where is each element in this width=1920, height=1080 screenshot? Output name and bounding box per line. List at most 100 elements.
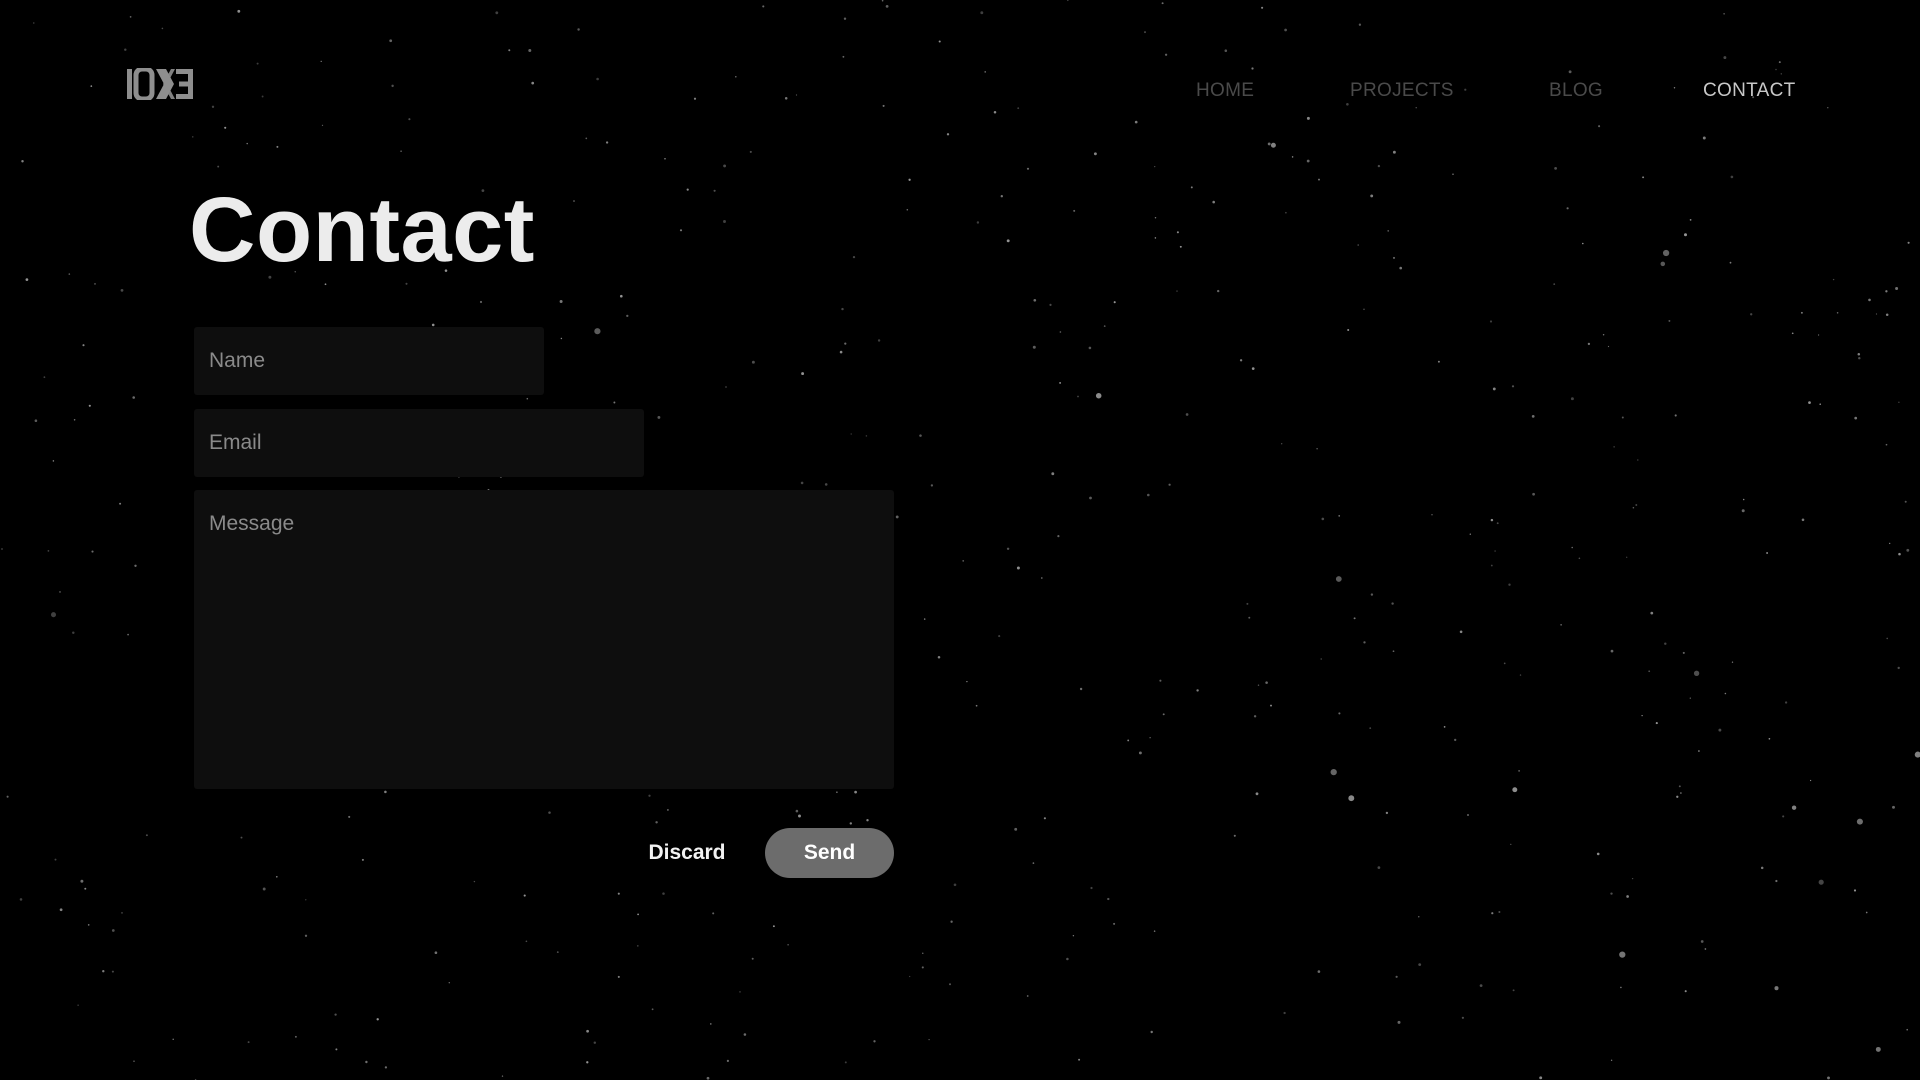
star	[1626, 895, 1629, 898]
discard-button[interactable]: Discard	[632, 828, 742, 878]
star	[525, 940, 528, 943]
star	[1246, 602, 1249, 605]
star	[161, 27, 164, 30]
star	[1700, 940, 1704, 943]
star	[6, 795, 9, 798]
nav-link-contact[interactable]: CONTACT	[1703, 80, 1796, 102]
star	[1317, 970, 1321, 973]
star	[950, 920, 953, 923]
star	[1741, 509, 1745, 513]
star	[908, 178, 911, 181]
star	[88, 404, 91, 407]
star	[946, 133, 950, 136]
star	[1000, 195, 1003, 198]
star	[962, 560, 965, 562]
star	[795, 809, 799, 813]
star	[1868, 298, 1871, 302]
star	[1531, 415, 1535, 418]
star	[1051, 472, 1055, 476]
star	[1395, 975, 1398, 978]
star	[1596, 852, 1600, 856]
nav-link-home[interactable]: HOME	[1196, 80, 1254, 102]
star	[1377, 164, 1381, 168]
star	[844, 1061, 847, 1064]
star	[1827, 107, 1829, 109]
nav-link-blog[interactable]: BLOG	[1549, 80, 1603, 102]
star	[320, 60, 322, 63]
star	[1853, 889, 1857, 892]
star	[593, 1041, 597, 1044]
star	[448, 981, 451, 984]
star	[59, 908, 63, 912]
star	[885, 5, 889, 8]
star	[560, 337, 563, 340]
star	[1032, 862, 1035, 864]
star	[132, 396, 135, 399]
star	[1494, 550, 1496, 552]
email-input[interactable]	[194, 409, 644, 477]
star	[1750, 313, 1753, 316]
star	[1693, 670, 1700, 676]
star	[1784, 701, 1788, 704]
star	[577, 28, 580, 31]
star	[431, 323, 435, 327]
star	[1452, 173, 1454, 176]
star	[91, 550, 94, 553]
star	[1270, 704, 1272, 707]
name-input[interactable]	[194, 327, 544, 395]
nav-link-projects[interactable]: PROJECTS	[1350, 80, 1454, 102]
star	[1818, 879, 1824, 885]
star	[548, 811, 551, 814]
send-button[interactable]: Send	[765, 828, 894, 878]
star	[844, 342, 847, 345]
star	[1161, 2, 1164, 5]
star	[1469, 533, 1471, 535]
star	[1832, 278, 1835, 281]
star	[762, 5, 765, 8]
star	[1196, 689, 1199, 692]
star	[839, 350, 843, 354]
star	[637, 913, 639, 916]
star	[121, 912, 123, 914]
star	[1621, 416, 1624, 419]
star	[787, 944, 789, 946]
star	[1742, 498, 1745, 501]
star	[1491, 912, 1494, 915]
star	[866, 819, 869, 822]
star	[111, 929, 115, 932]
star	[873, 1040, 876, 1043]
star	[1578, 557, 1581, 560]
star	[1660, 261, 1666, 267]
star	[1723, 13, 1725, 15]
star	[1059, 331, 1062, 333]
star	[881, 0, 884, 2]
star	[800, 481, 804, 485]
star	[275, 875, 278, 878]
star	[1233, 834, 1236, 837]
star	[1662, 249, 1670, 257]
star	[1066, 957, 1069, 961]
star	[1357, 244, 1359, 246]
star	[1906, 1028, 1908, 1031]
star	[134, 564, 137, 567]
star	[54, 858, 57, 861]
star	[1217, 289, 1220, 293]
star	[1598, 125, 1601, 128]
message-textarea[interactable]	[194, 490, 894, 789]
star	[1134, 120, 1138, 124]
star	[1642, 176, 1645, 179]
star	[1791, 805, 1797, 810]
star	[1321, 517, 1325, 521]
star	[1857, 353, 1861, 356]
star	[1078, 1058, 1081, 1061]
star	[1040, 577, 1043, 579]
star	[648, 794, 651, 797]
star	[72, 631, 75, 634]
star	[1775, 879, 1778, 883]
star	[686, 188, 689, 191]
star	[1466, 813, 1470, 817]
star	[1875, 1046, 1881, 1052]
star	[77, 1004, 79, 1006]
star	[1496, 522, 1499, 525]
star	[1682, 651, 1685, 654]
